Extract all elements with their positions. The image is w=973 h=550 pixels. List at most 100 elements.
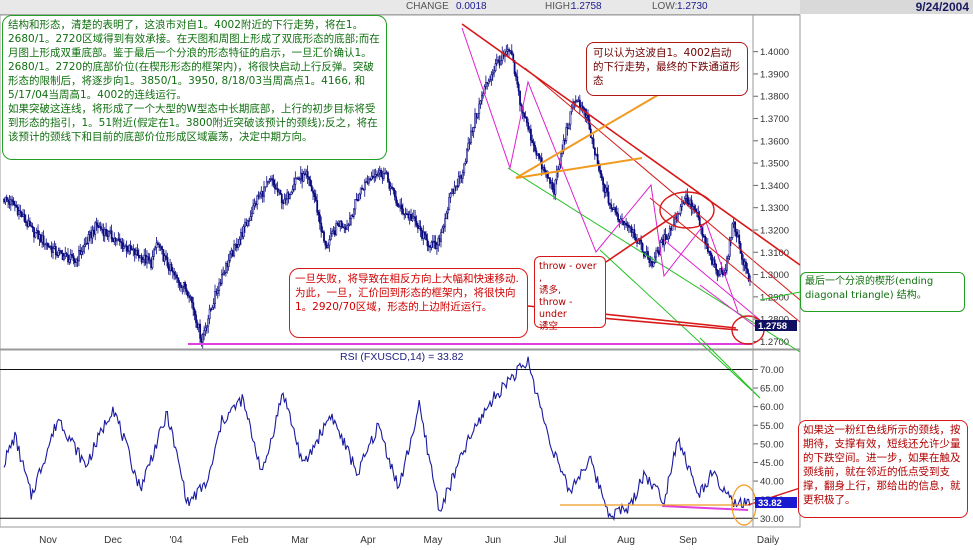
candle-body: [169, 264, 172, 271]
candle-body: [280, 194, 283, 204]
rsi-frame: [0, 349, 801, 528]
candle-body: [290, 191, 293, 196]
candle-body: [596, 153, 599, 164]
candle-body: [553, 189, 555, 195]
candle-body: [493, 70, 496, 74]
candle-body: [528, 128, 531, 131]
candle-body: [152, 248, 155, 257]
candle-body: [460, 175, 463, 179]
candle-body: [72, 255, 75, 262]
candle-body: [441, 227, 444, 233]
candle-body: [358, 193, 361, 201]
candle-body: [566, 127, 569, 130]
candle-body: [451, 188, 453, 195]
candle-body: [98, 226, 101, 228]
candle-body: [359, 187, 362, 195]
candle-body: [745, 261, 747, 269]
candle-body: [666, 238, 668, 240]
failure-note-p2: 为此，一旦，汇价回到形态的框架内，将很快向1。2920/70区域，形态的上边附近…: [295, 287, 516, 313]
candle-body: [603, 184, 606, 193]
candle-body: [316, 200, 319, 213]
candle-body: [284, 198, 287, 201]
candle-body: [214, 291, 217, 304]
candle-body: [577, 99, 580, 102]
x-tick-label: Feb: [231, 535, 249, 546]
candle-body: [229, 253, 231, 261]
candle-body: [20, 212, 23, 217]
candle-body: [610, 204, 613, 209]
candle-body: [510, 50, 513, 55]
candle-body: [106, 233, 109, 237]
candle-body: [433, 240, 436, 243]
candle-body: [353, 208, 355, 217]
candle-body: [667, 235, 670, 239]
candle-body: [324, 240, 327, 246]
candle-body: [551, 182, 554, 190]
green-analysis-note: 结构和形态，清楚的表明了，这浪市对自1。4002附近的下行走势，将在1。2680…: [2, 15, 387, 160]
candle-body: [154, 247, 157, 250]
candle-body: [64, 253, 67, 257]
candle-body: [746, 268, 749, 274]
candle-body: [474, 113, 477, 128]
candle-body: [50, 246, 53, 253]
candle-body: [446, 209, 449, 214]
candle-body: [135, 250, 138, 255]
candle-body: [719, 268, 722, 275]
candle-body: [46, 242, 49, 247]
candle-body: [79, 250, 82, 255]
price-tick-label: 1.3700: [760, 114, 789, 125]
x-tick-label: Aug: [617, 535, 635, 546]
candle-body: [84, 242, 87, 245]
channel-extension: [699, 337, 761, 399]
candle-body: [157, 242, 159, 245]
x-tick-label: Jun: [485, 535, 501, 546]
candle-body: [538, 153, 540, 159]
candle-body: [295, 177, 298, 180]
candle-body: [241, 232, 244, 238]
candle-body: [587, 114, 590, 120]
x-tick-label: Apr: [360, 535, 376, 546]
candle-body: [417, 224, 419, 229]
candle-body: [339, 221, 342, 227]
candle-body: [732, 221, 735, 225]
candle-body: [543, 167, 546, 172]
price-tick-label: 1.3800: [760, 92, 789, 103]
candle-body: [39, 234, 42, 243]
candle-body: [542, 167, 545, 170]
candle-body: [16, 206, 19, 215]
rsi-tick-label: 45.00: [760, 458, 784, 469]
candle-body: [525, 116, 528, 123]
candle-body: [660, 239, 663, 243]
candle-body: [731, 223, 734, 238]
candle-body: [527, 122, 530, 130]
candle-body: [708, 251, 711, 253]
candle-body: [438, 237, 441, 242]
candle-body: [188, 295, 191, 298]
candle-body: [133, 248, 136, 255]
candle-body: [182, 282, 185, 287]
price-tick-label: 1.2900: [760, 292, 789, 303]
x-tick-label: Dec: [104, 535, 122, 546]
candle-body: [600, 173, 603, 179]
throw-line-3: throw - under: [539, 297, 573, 320]
candle-body: [606, 187, 609, 193]
candle-body: [15, 204, 18, 208]
candle-body: [524, 116, 527, 119]
candle-body: [495, 59, 498, 64]
candle-body: [299, 172, 302, 180]
candle-body: [37, 230, 40, 240]
orange-arrow-line-2: [515, 94, 659, 179]
candle-body: [448, 197, 451, 210]
candle-body: [355, 199, 358, 201]
candle-body: [452, 188, 455, 194]
price-tick-label: 1.3200: [760, 225, 789, 236]
rsi-line: [3, 356, 751, 522]
throw-line-2: 诱多,: [539, 285, 562, 296]
candle-body: [319, 214, 321, 224]
candle-body: [415, 220, 418, 226]
candle-body: [611, 208, 614, 210]
candle-body: [150, 259, 153, 269]
candle-body: [640, 239, 643, 244]
candle-body: [238, 238, 241, 245]
candle-body: [223, 272, 226, 274]
